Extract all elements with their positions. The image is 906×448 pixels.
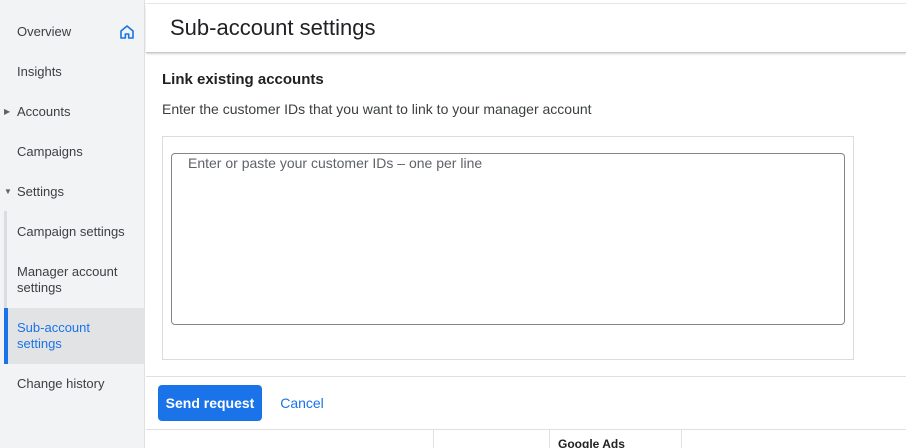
section-description: Enter the customer IDs that you want to … — [162, 101, 592, 117]
home-icon[interactable] — [119, 24, 135, 40]
sidebar-item-label: Overview — [17, 24, 72, 39]
table-column-header[interactable]: Google Ads — [558, 437, 625, 448]
sidebar-item-label: Campaign settings — [17, 224, 125, 239]
sidebar-item-sub-account-settings[interactable]: Sub-account settings — [0, 320, 145, 356]
sidebar-item-insights[interactable]: Insights — [0, 64, 145, 84]
page-title: Sub-account settings — [170, 15, 376, 40]
sidebar-item-campaign-settings[interactable]: Campaign settings — [0, 224, 145, 244]
cancel-button[interactable]: Cancel — [270, 385, 334, 421]
app-root: Overview Insights ▶ Accounts Campaigns ▼… — [0, 0, 906, 448]
actions-divider — [146, 376, 906, 377]
sidebar-item-label: Settings — [17, 184, 64, 199]
sidebar: Overview Insights ▶ Accounts Campaigns ▼… — [0, 0, 145, 448]
sidebar-item-accounts[interactable]: ▶ Accounts — [0, 104, 145, 124]
customer-ids-input[interactable] — [171, 153, 845, 325]
table-column-divider — [433, 430, 434, 448]
sidebar-item-campaigns[interactable]: Campaigns — [0, 144, 145, 164]
table-header-divider — [146, 429, 906, 430]
send-request-button[interactable]: Send request — [158, 385, 262, 421]
sidebar-item-label-line1: Sub-account — [17, 320, 90, 335]
page-header: Sub-account settings — [146, 4, 906, 53]
sidebar-item-label: Campaigns — [17, 144, 83, 159]
sidebar-item-label-line2: settings — [17, 336, 62, 351]
sidebar-item-label-line2: settings — [17, 280, 62, 295]
section-title: Link existing accounts — [162, 71, 324, 88]
caret-down-icon[interactable]: ▼ — [4, 187, 12, 196]
sidebar-item-label: Accounts — [17, 104, 71, 119]
sidebar-item-label-line1: Manager account — [17, 264, 118, 279]
sidebar-item-label: Change history — [17, 376, 105, 391]
table-column-divider — [681, 430, 682, 448]
caret-right-icon[interactable]: ▶ — [4, 107, 10, 116]
sidebar-item-settings[interactable]: ▼ Settings — [0, 184, 145, 204]
sidebar-item-change-history[interactable]: Change history — [0, 376, 145, 396]
sidebar-item-label: Insights — [17, 64, 62, 79]
sidebar-item-manager-account-settings[interactable]: Manager account settings — [0, 264, 145, 300]
table-column-divider — [549, 430, 550, 448]
